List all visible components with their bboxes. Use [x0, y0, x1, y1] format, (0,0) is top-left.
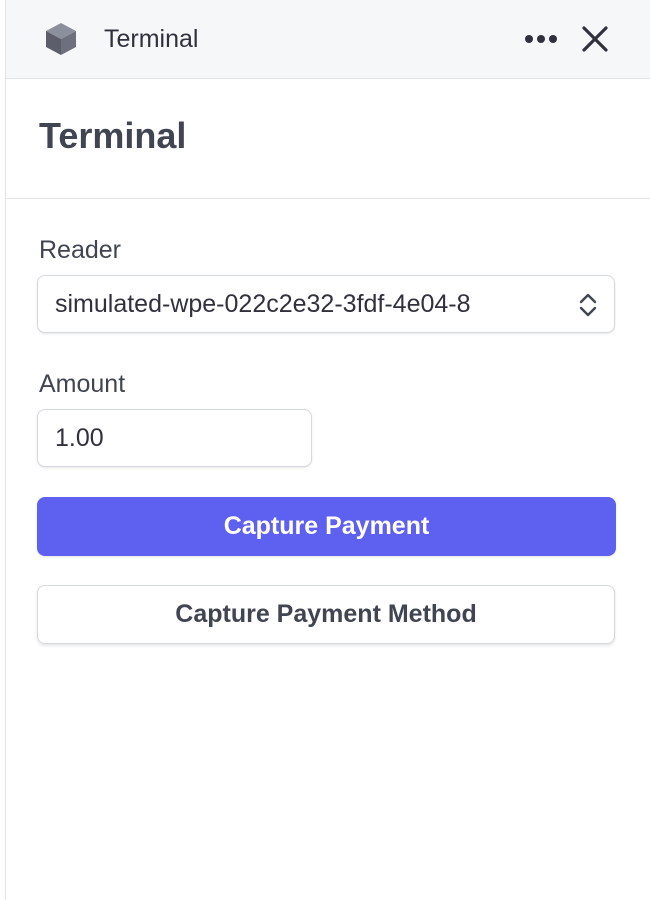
page-header: Terminal: [6, 79, 650, 199]
close-button[interactable]: [576, 20, 614, 58]
reader-select[interactable]: simulated-wpe-022c2e32-3fdf-4e04-8: [37, 275, 615, 333]
titlebar-label: Terminal: [104, 24, 199, 53]
reader-select-value: simulated-wpe-022c2e32-3fdf-4e04-8: [55, 289, 471, 318]
more-horizontal-icon: [525, 35, 557, 43]
amount-input[interactable]: [37, 409, 312, 467]
titlebar: Terminal: [6, 0, 650, 79]
more-options-button[interactable]: [522, 20, 560, 58]
close-icon: [582, 26, 608, 52]
capture-payment-button[interactable]: Capture Payment: [37, 497, 616, 556]
reader-label: Reader: [39, 236, 121, 264]
chevron-up-down-icon: [578, 292, 598, 318]
capture-payment-method-button[interactable]: Capture Payment Method: [37, 585, 615, 644]
page-title: Terminal: [39, 114, 187, 156]
amount-label: Amount: [39, 370, 126, 398]
terminal-panel: Terminal Terminal Reader simulated-wpe-0…: [5, 0, 650, 900]
cube-icon: [44, 21, 78, 57]
terminal-form: Reader simulated-wpe-022c2e32-3fdf-4e04-…: [6, 199, 650, 644]
